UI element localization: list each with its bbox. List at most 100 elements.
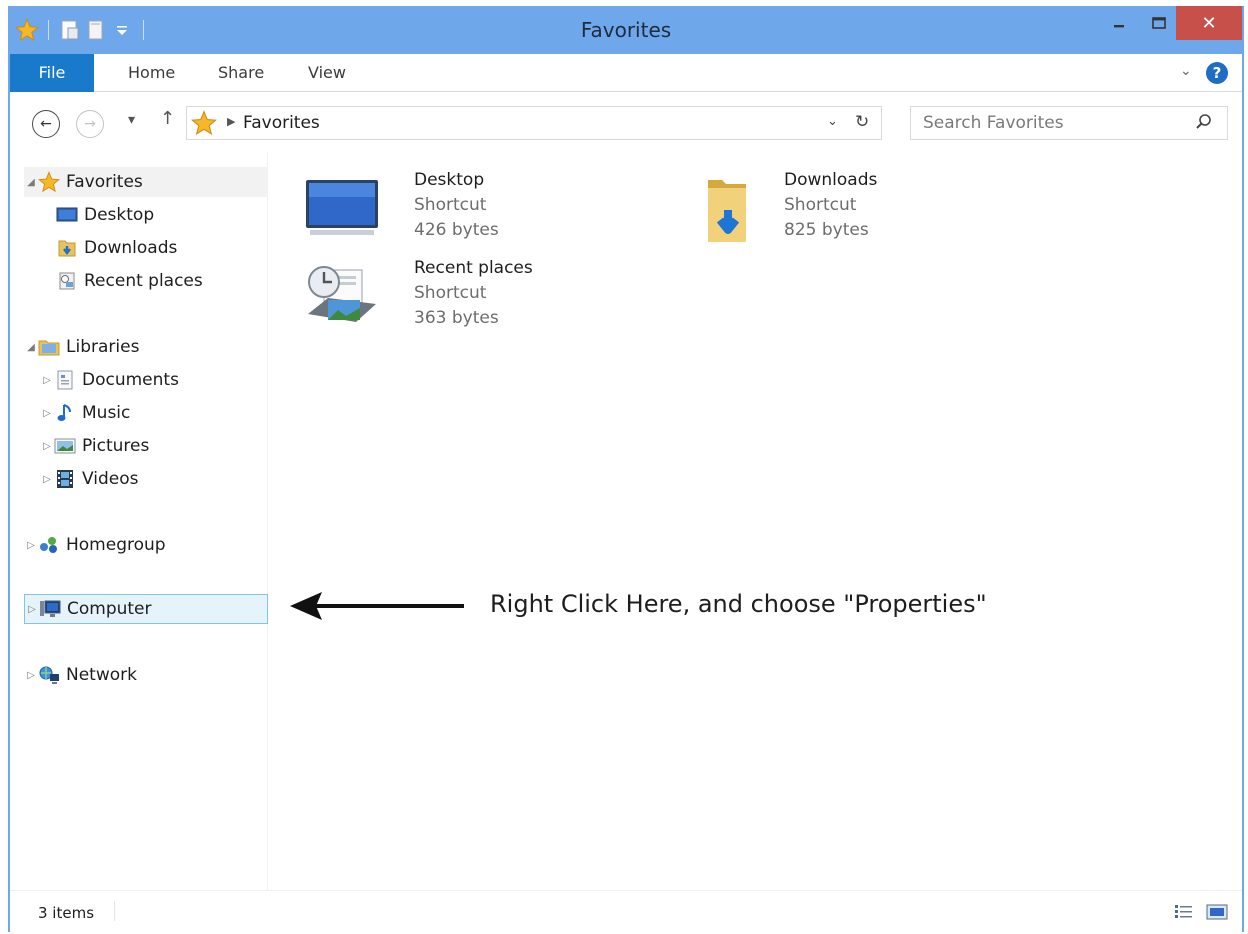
file-name: Desktop	[414, 170, 485, 190]
file-size: 426 bytes	[414, 220, 499, 240]
computer-icon	[39, 598, 61, 620]
file-name: Recent places	[414, 258, 533, 278]
breadcrumb-chevron-icon[interactable]: ▶	[227, 115, 235, 128]
nav-label: Desktop	[84, 205, 155, 225]
documents-icon	[54, 369, 76, 391]
search-input[interactable]	[911, 107, 1191, 139]
breadcrumb[interactable]: Favorites	[243, 113, 320, 133]
nav-label: Libraries	[66, 337, 140, 357]
nav-libraries[interactable]: ◢ Libraries	[24, 332, 139, 362]
expand-arrow-icon[interactable]: ▷	[40, 408, 54, 419]
nav-videos[interactable]: ▷ Videos	[40, 464, 139, 494]
maximize-icon	[1152, 17, 1166, 29]
tab-home[interactable]: Home	[128, 54, 175, 91]
nav-favorites[interactable]: ◢ Favorites	[24, 167, 268, 197]
favorites-star-icon	[38, 171, 60, 193]
nav-computer[interactable]: ▷ Computer	[24, 594, 268, 624]
nav-network[interactable]: ▷ Network	[24, 660, 137, 690]
nav-documents[interactable]: ▷ Documents	[40, 365, 179, 395]
back-button[interactable]: ←	[32, 110, 60, 138]
expand-ribbon-chevron-icon[interactable]: ⌄	[1180, 63, 1192, 79]
nav-label: Downloads	[84, 238, 178, 258]
details-view-icon[interactable]	[1174, 903, 1194, 926]
left-arrow-icon	[290, 592, 464, 620]
expand-arrow-icon[interactable]: ▷	[40, 375, 54, 386]
back-arrow-icon: ←	[40, 116, 52, 132]
nav-music[interactable]: ▷ Music	[40, 398, 130, 428]
homegroup-icon	[38, 534, 60, 556]
navigation-pane: ◢ Favorites Desktop Downloads Recent pla…	[10, 152, 268, 890]
file-item-desktop[interactable]: Desktop Shortcut 426 bytes	[304, 170, 664, 250]
status-bar: 3 items	[10, 890, 1242, 932]
nav-pictures[interactable]: ▷ Pictures	[40, 431, 149, 461]
collapse-arrow-icon[interactable]: ◢	[24, 342, 38, 353]
recent-places-icon	[304, 262, 384, 332]
nav-label: Computer	[67, 599, 152, 619]
desktop-icon	[56, 204, 78, 226]
file-type: Shortcut	[414, 283, 487, 303]
minimize-button[interactable]	[1102, 6, 1136, 40]
downloads-folder-icon	[702, 174, 782, 244]
help-icon[interactable]: ?	[1206, 62, 1228, 84]
close-button[interactable]: ✕	[1176, 6, 1242, 40]
tab-share[interactable]: Share	[218, 54, 264, 91]
pictures-icon	[54, 435, 76, 457]
nav-label: Music	[82, 403, 131, 423]
expand-arrow-icon[interactable]: ▷	[25, 604, 39, 615]
nav-label: Videos	[82, 469, 139, 489]
instruction-annotation: Right Click Here, and choose "Properties…	[278, 586, 1038, 626]
window-title: Favorites	[580, 18, 672, 42]
maximize-button[interactable]	[1142, 6, 1176, 40]
file-item-recent-places[interactable]: Recent places Shortcut 363 bytes	[304, 258, 664, 338]
file-size: 363 bytes	[414, 308, 499, 328]
nav-label: Pictures	[82, 436, 150, 456]
explorer-body: ◢ Favorites Desktop Downloads Recent pla…	[10, 152, 1242, 890]
recent-places-icon	[56, 270, 78, 292]
downloads-folder-icon	[56, 237, 78, 259]
up-arrow-icon[interactable]: ↑	[160, 108, 175, 129]
search-icon[interactable]	[1195, 113, 1213, 136]
nav-label: Recent places	[84, 271, 203, 291]
large-icons-view-icon[interactable]	[1206, 903, 1228, 926]
tab-view[interactable]: View	[308, 54, 346, 91]
minimize-icon	[1114, 25, 1124, 28]
status-divider	[114, 901, 115, 921]
music-note-icon	[54, 402, 76, 424]
recent-locations-dropdown-icon[interactable]: ▾	[128, 112, 135, 128]
forward-button[interactable]: →	[76, 110, 104, 138]
desktop-icon	[304, 174, 384, 244]
explorer-window: Favorites ✕ File Home Share View ⌄ ? ← →…	[8, 6, 1244, 932]
nav-label: Favorites	[66, 172, 143, 192]
address-dropdown-icon[interactable]: ⌄	[827, 114, 838, 129]
annotation-text: Right Click Here, and choose "Properties…	[490, 590, 987, 618]
nav-recent-places[interactable]: Recent places	[56, 266, 203, 296]
file-size: 825 bytes	[784, 220, 869, 240]
forward-arrow-icon: →	[84, 116, 96, 132]
collapse-arrow-icon[interactable]: ◢	[24, 177, 38, 188]
title-bar[interactable]: Favorites ✕	[8, 6, 1244, 54]
close-icon: ✕	[1201, 12, 1217, 34]
navigation-bar: ← → ▾ ↑ ▶ Favorites ⌄ ↻	[10, 92, 1242, 152]
favorites-star-icon	[190, 110, 218, 141]
file-list: Desktop Shortcut 426 bytes Downloads Sho…	[268, 152, 1242, 890]
network-icon	[38, 664, 60, 686]
file-name: Downloads	[784, 170, 878, 190]
expand-arrow-icon[interactable]: ▷	[24, 540, 38, 551]
nav-homegroup[interactable]: ▷ Homegroup	[24, 530, 166, 560]
nav-label: Network	[66, 665, 137, 685]
refresh-icon[interactable]: ↻	[855, 112, 869, 132]
expand-arrow-icon[interactable]: ▷	[40, 441, 54, 452]
nav-label: Homegroup	[66, 535, 166, 555]
expand-arrow-icon[interactable]: ▷	[40, 474, 54, 485]
nav-desktop[interactable]: Desktop	[56, 200, 154, 230]
file-type: Shortcut	[414, 195, 487, 215]
search-box[interactable]	[910, 106, 1228, 140]
videos-film-icon	[54, 468, 76, 490]
expand-arrow-icon[interactable]: ▷	[24, 670, 38, 681]
file-item-downloads[interactable]: Downloads Shortcut 825 bytes	[702, 170, 1062, 250]
item-count: 3 items	[38, 904, 95, 922]
address-bar[interactable]: ▶ Favorites ⌄ ↻	[186, 106, 882, 140]
nav-downloads[interactable]: Downloads	[56, 233, 177, 263]
nav-label: Documents	[82, 370, 179, 390]
libraries-icon	[38, 336, 60, 358]
